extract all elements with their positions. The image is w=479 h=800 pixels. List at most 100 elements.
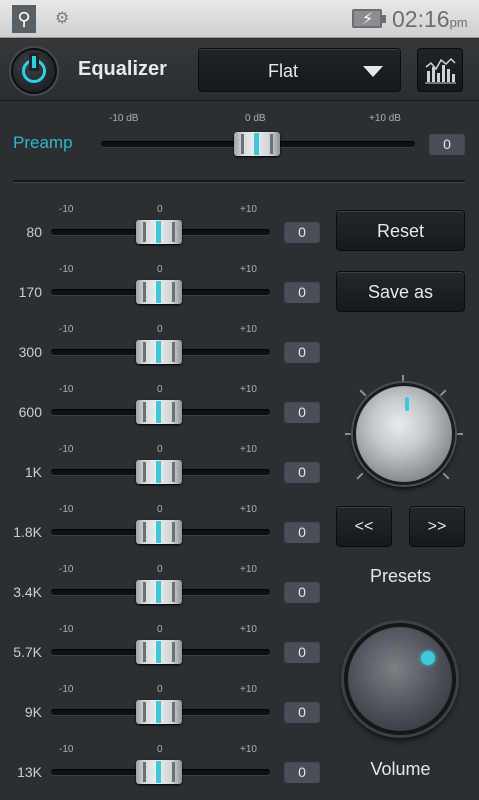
- band-value: 0: [284, 581, 320, 603]
- preamp-slider-thumb[interactable]: [234, 132, 280, 156]
- band-scale-max: +10: [240, 744, 257, 755]
- band-row: -10 0 +10 300 0: [0, 322, 330, 382]
- band-slider-thumb[interactable]: [136, 640, 182, 664]
- band-scale-mid: 0: [157, 384, 163, 395]
- band-value: 0: [284, 281, 320, 303]
- band-value: 0: [284, 641, 320, 663]
- next-preset-button[interactable]: >>: [409, 506, 465, 547]
- battery-charging-icon: ⚡: [352, 9, 386, 28]
- divider: [13, 180, 465, 182]
- power-button[interactable]: [11, 48, 57, 94]
- band-frequency-label: 1K: [24, 464, 42, 480]
- band-slider-thumb[interactable]: [136, 700, 182, 724]
- usb-icon: ⚲: [12, 5, 36, 33]
- band-scale-max: +10: [240, 324, 257, 335]
- preamp-scale-min: -10 dB: [109, 113, 139, 124]
- band-slider-thumb[interactable]: [136, 760, 182, 784]
- clock-time: 02:16: [392, 6, 450, 32]
- status-bar: ⚲ ⚙ ⚡ 02:16pm: [0, 0, 479, 38]
- band-scale-mid: 0: [157, 624, 163, 635]
- power-icon: [22, 56, 46, 83]
- band-slider-thumb[interactable]: [136, 520, 182, 544]
- band-scale-min: -10: [59, 444, 74, 455]
- band-frequency-label: 5.7K: [13, 644, 42, 660]
- band-value: 0: [284, 401, 320, 423]
- band-scale-mid: 0: [157, 744, 163, 755]
- band-scale-min: -10: [59, 504, 74, 515]
- band-row: -10 0 +10 1K 0: [0, 442, 330, 502]
- presets-label: Presets: [369, 566, 432, 586]
- band-scale-max: +10: [240, 384, 257, 395]
- save-as-button[interactable]: Save as: [336, 271, 465, 312]
- band-value: 0: [284, 761, 320, 783]
- band-scale-mid: 0: [157, 444, 163, 455]
- band-scale-min: -10: [59, 624, 74, 635]
- band-scale-mid: 0: [157, 564, 163, 575]
- page-title: Equalizer: [78, 58, 167, 80]
- band-scale-max: +10: [240, 624, 257, 635]
- band-row: -10 0 +10 600 0: [0, 382, 330, 442]
- chevron-down-icon: [363, 66, 383, 77]
- visualizer-button[interactable]: [417, 48, 463, 92]
- reset-button[interactable]: Reset: [336, 210, 465, 251]
- band-value: 0: [284, 461, 320, 483]
- band-frequency-label: 80: [26, 224, 42, 240]
- band-scale-min: -10: [59, 684, 74, 695]
- band-row: -10 0 +10 170 0: [0, 262, 330, 322]
- band-scale-min: -10: [59, 324, 74, 335]
- preset-knob-dial: [345, 375, 463, 493]
- band-row: -10 0 +10 80 0: [0, 202, 330, 262]
- band-scale-max: +10: [240, 264, 257, 275]
- band-scale-max: +10: [240, 564, 257, 575]
- band-frequency-label: 600: [18, 404, 42, 420]
- band-slider-thumb[interactable]: [136, 580, 182, 604]
- band-slider-thumb[interactable]: [136, 460, 182, 484]
- preamp-label: Preamp: [13, 133, 73, 152]
- preamp-scale-max: +10 dB: [369, 113, 401, 124]
- band-frequency-label: 170: [18, 284, 42, 300]
- band-row: -10 0 +10 9K 0: [0, 682, 330, 742]
- band-scale-mid: 0: [157, 504, 163, 515]
- band-row: -10 0 +10 5.7K 0: [0, 622, 330, 682]
- android-debug-icon: ⚙: [55, 10, 70, 27]
- volume-label: Volume: [370, 759, 431, 779]
- band-scale-min: -10: [59, 264, 74, 275]
- knob-indicator: [405, 397, 409, 411]
- band-value: 0: [284, 701, 320, 723]
- preamp-scale-mid: 0 dB: [245, 113, 266, 124]
- band-slider-thumb[interactable]: [136, 220, 182, 244]
- previous-preset-button[interactable]: <<: [336, 506, 392, 547]
- band-slider-thumb[interactable]: [136, 340, 182, 364]
- band-frequency-label: 300: [18, 344, 42, 360]
- app-header: Equalizer Flat: [0, 39, 479, 101]
- band-value: 0: [284, 341, 320, 363]
- band-scale-min: -10: [59, 744, 74, 755]
- clock-ampm: pm: [449, 15, 468, 30]
- band-slider-thumb[interactable]: [136, 400, 182, 424]
- band-scale-min: -10: [59, 204, 74, 215]
- band-row: -10 0 +10 3.4K 0: [0, 562, 330, 622]
- band-frequency-label: 3.4K: [13, 584, 42, 600]
- preset-dropdown-value: Flat: [267, 61, 298, 81]
- band-frequency-label: 1.8K: [13, 524, 42, 540]
- band-scale-max: +10: [240, 204, 257, 215]
- preset-knob[interactable]: [353, 383, 455, 485]
- volume-indicator: [421, 651, 435, 665]
- band-scale-mid: 0: [157, 324, 163, 335]
- band-value: 0: [284, 521, 320, 543]
- band-frequency-label: 13K: [17, 764, 42, 780]
- band-slider-thumb[interactable]: [136, 280, 182, 304]
- band-row: -10 0 +10 13K 0: [0, 742, 330, 800]
- band-scale-max: +10: [240, 684, 257, 695]
- band-scale-mid: 0: [157, 204, 163, 215]
- band-scale-min: -10: [59, 384, 74, 395]
- preset-dropdown[interactable]: Flat: [198, 48, 401, 92]
- visualizer-icon: [425, 57, 456, 84]
- band-frequency-label: 9K: [24, 704, 42, 720]
- band-row: -10 0 +10 1.8K 0: [0, 502, 330, 562]
- volume-knob[interactable]: [344, 623, 456, 735]
- band-scale-min: -10: [59, 564, 74, 575]
- band-scale-max: +10: [240, 444, 257, 455]
- band-scale-max: +10: [240, 504, 257, 515]
- band-scale-mid: 0: [157, 684, 163, 695]
